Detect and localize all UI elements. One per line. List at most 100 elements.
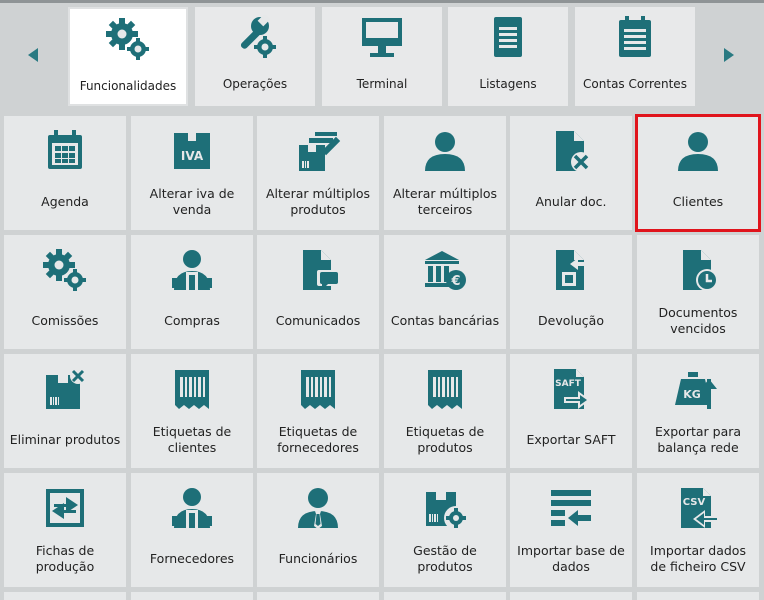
person-cart-icon xyxy=(131,245,253,295)
tile-funcionarios[interactable]: Funcionários xyxy=(257,473,379,587)
svg-text:€: € xyxy=(450,274,460,289)
tile-partial[interactable] xyxy=(4,592,126,600)
tab-funcionalidades[interactable]: Funcionalidades xyxy=(68,7,188,106)
tile-contas-bancarias[interactable]: € Contas bancárias xyxy=(384,235,506,349)
tile-etiquetas-de-produtos[interactable]: Etiquetas de produtos xyxy=(384,354,506,468)
box-delete-icon xyxy=(4,364,126,414)
tile-alterar-multiplos-produtos[interactable]: Alterar múltiplos produtos xyxy=(257,116,379,230)
svg-text:KG: KG xyxy=(683,388,701,401)
tile-label: Importar base de dados xyxy=(517,543,625,574)
tile-comunicados[interactable]: Comunicados xyxy=(257,235,379,349)
tile-importar-dados-de-ficheiro-csv[interactable]: CSV Importar dados de ficheiro CSV xyxy=(637,473,759,587)
tile-label: Importar dados de ficheiro CSV xyxy=(650,543,746,574)
tile-compras[interactable]: Compras xyxy=(131,235,253,349)
barcode-label-icon xyxy=(257,364,379,414)
tile-clientes[interactable]: Clientes xyxy=(635,114,761,232)
svg-text:IVA: IVA xyxy=(181,149,204,163)
tile-alterar-iva-de-venda[interactable]: IVA Alterar iva de venda xyxy=(131,116,253,230)
person-tie-icon xyxy=(257,483,379,533)
document-chat-icon xyxy=(257,245,379,295)
scroll-right-arrow-icon[interactable] xyxy=(724,48,734,62)
tile-label: Anular doc. xyxy=(535,194,607,209)
box-gear-icon xyxy=(384,483,506,533)
tile-documentos-vencidos[interactable]: Documentos vencidos xyxy=(637,235,759,349)
vat-box-icon: IVA xyxy=(131,126,253,176)
saft-export-icon: SAFT xyxy=(510,364,632,414)
tile-label: Comissões xyxy=(31,313,99,328)
tile-label: Compras xyxy=(164,313,220,328)
tile-label: Comunicados xyxy=(275,313,361,328)
tab-label: Operações xyxy=(222,77,288,91)
tile-etiquetas-de-clientes[interactable]: Etiquetas de clientes xyxy=(131,354,253,468)
tile-partial[interactable] xyxy=(637,592,759,600)
tile-label: Eliminar produtos xyxy=(9,432,121,447)
tile-label: Agenda xyxy=(41,194,89,209)
svg-text:CSV: CSV xyxy=(683,497,706,508)
tile-devolucao[interactable]: Devolução xyxy=(510,235,632,349)
tile-label: Exportar para balança rede xyxy=(654,424,742,455)
tile-label: Alterar iva de venda xyxy=(149,186,235,217)
person-cart-icon xyxy=(131,483,253,533)
csv-import-icon: CSV xyxy=(637,483,759,533)
scroll-left-arrow-icon[interactable] xyxy=(28,48,38,62)
tile-fornecedores[interactable]: Fornecedores xyxy=(131,473,253,587)
tile-exportar-saft[interactable]: SAFT Exportar SAFT xyxy=(510,354,632,468)
tile-gestao-de-produtos[interactable]: Gestão de produtos xyxy=(384,473,506,587)
document-return-icon xyxy=(510,245,632,295)
list-import-icon xyxy=(510,483,632,533)
top-border xyxy=(0,0,764,3)
tile-label: Etiquetas de produtos xyxy=(405,424,485,455)
tile-label: Alterar múltiplos produtos xyxy=(265,186,371,217)
tile-label: Clientes xyxy=(672,194,724,209)
tile-importar-base-de-dados[interactable]: Importar base de dados xyxy=(510,473,632,587)
tab-label: Listagens xyxy=(479,77,537,91)
tile-label: Etiquetas de clientes xyxy=(152,424,232,455)
bank-euro-icon: € xyxy=(384,245,506,295)
document-list-icon xyxy=(448,15,568,59)
tile-partial[interactable] xyxy=(510,592,632,600)
document-clock-icon xyxy=(637,245,759,295)
calendar-icon xyxy=(4,126,126,176)
tab-terminal[interactable]: Terminal xyxy=(322,7,442,106)
gears-icon xyxy=(70,17,186,61)
tile-partial[interactable] xyxy=(257,592,379,600)
tile-comissoes[interactable]: Comissões xyxy=(4,235,126,349)
tile-partial[interactable] xyxy=(384,592,506,600)
tile-label: Exportar SAFT xyxy=(526,432,616,447)
tile-label: Funcionários xyxy=(278,551,358,566)
tab-opera-es[interactable]: Operações xyxy=(195,7,315,106)
person-icon xyxy=(384,126,506,176)
tile-exportar-para-balanca-rede[interactable]: KG Exportar para balança rede xyxy=(637,354,759,468)
tile-label: Documentos vencidos xyxy=(658,305,738,336)
person-icon xyxy=(637,126,759,176)
production-sheet-icon xyxy=(4,483,126,533)
tile-agenda[interactable]: Agenda xyxy=(4,116,126,230)
tile-alterar-multiplos-terceiros[interactable]: Alterar múltiplos terceiros xyxy=(384,116,506,230)
clipboard-list-icon xyxy=(575,15,695,59)
tile-fichas-de-producao[interactable]: Fichas de produção xyxy=(4,473,126,587)
svg-text:SAFT: SAFT xyxy=(555,379,582,389)
document-cancel-icon xyxy=(510,126,632,176)
tab-listagens[interactable]: Listagens xyxy=(448,7,568,106)
tile-label: Alterar múltiplos terceiros xyxy=(392,186,498,217)
gears-icon xyxy=(4,245,126,295)
boxes-edit-icon xyxy=(257,126,379,176)
barcode-label-icon xyxy=(384,364,506,414)
tab-contas-correntes[interactable]: Contas Correntes xyxy=(575,7,695,106)
tile-label: Fichas de produção xyxy=(35,543,95,574)
tile-label: Devolução xyxy=(538,313,604,328)
tile-label: Gestão de produtos xyxy=(413,543,477,574)
tile-label: Etiquetas de fornecedores xyxy=(277,424,359,455)
tab-label: Funcionalidades xyxy=(79,79,177,93)
barcode-label-icon xyxy=(131,364,253,414)
scale-export-icon: KG xyxy=(637,364,759,414)
tab-label: Contas Correntes xyxy=(583,77,687,91)
tile-partial[interactable] xyxy=(131,592,253,600)
tile-etiquetas-de-fornecedores[interactable]: Etiquetas de fornecedores xyxy=(257,354,379,468)
tile-eliminar-produtos[interactable]: Eliminar produtos xyxy=(4,354,126,468)
wrench-gear-icon xyxy=(195,15,315,59)
tile-label: Fornecedores xyxy=(149,551,235,566)
tile-label: Contas bancárias xyxy=(390,313,500,328)
monitor-icon xyxy=(322,15,442,59)
tile-anular-doc[interactable]: Anular doc. xyxy=(510,116,632,230)
